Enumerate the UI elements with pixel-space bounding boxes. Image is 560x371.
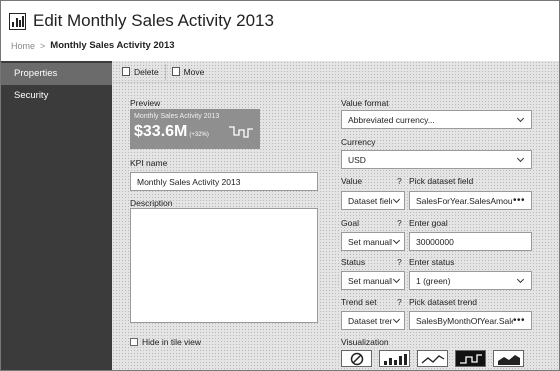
- enter-status-label: Enter status: [409, 257, 455, 267]
- goal-help-icon[interactable]: ?: [397, 218, 402, 228]
- enter-status-value: 1 (green): [416, 275, 451, 286]
- goal-label: Goal: [341, 218, 359, 228]
- trend-source-value: Dataset trend: [348, 315, 392, 326]
- status-label: Status: [341, 257, 366, 267]
- pick-trend-input[interactable]: SalesByMonthOfYear.SalesA •••: [409, 311, 532, 330]
- none-viz-icon: [350, 352, 363, 365]
- value-label: Value: [341, 176, 363, 186]
- goal-source-select[interactable]: Set manually: [341, 232, 405, 251]
- hide-in-tile-label: Hide in tile view: [142, 337, 202, 347]
- chevron-down-icon: [392, 236, 401, 244]
- toolbar: Delete Move: [112, 61, 559, 83]
- delete-icon: [122, 67, 130, 76]
- line-viz-icon: [421, 354, 444, 363]
- bar-viz-icon: [383, 353, 407, 365]
- enter-goal-label: Enter goal: [409, 218, 448, 228]
- tile-value: $33.6M (+32%): [134, 123, 209, 141]
- enter-goal-value: 30000000: [416, 236, 454, 247]
- delete-button[interactable]: Delete: [116, 63, 166, 80]
- description-textarea[interactable]: [130, 208, 318, 323]
- delete-label: Delete: [134, 66, 159, 77]
- kpi-name-label: KPI name: [130, 158, 168, 168]
- header: Edit Monthly Sales Activity 2013 Home > …: [1, 1, 559, 61]
- sidebar-item-properties[interactable]: Properties: [1, 63, 112, 85]
- more-icon[interactable]: •••: [513, 315, 525, 326]
- value-source-value: Dataset field: [348, 195, 392, 206]
- move-label: Move: [183, 66, 205, 77]
- tile-sparkline-icon: [229, 126, 253, 138]
- title-row: Edit Monthly Sales Activity 2013: [9, 11, 274, 31]
- value-format-value: Abbreviated currency...: [348, 114, 435, 125]
- trend-set-label: Trend set: [341, 297, 377, 307]
- move-icon: [171, 67, 180, 76]
- currency-value: USD: [348, 154, 366, 165]
- status-source-select[interactable]: Set manually: [341, 271, 405, 290]
- kpi-name-input[interactable]: Monthly Sales Activity 2013: [130, 172, 318, 191]
- value-format-label: Value format: [341, 98, 389, 108]
- value-source-select[interactable]: Dataset field: [341, 191, 405, 210]
- breadcrumb: Home > Monthly Sales Activity 2013: [11, 40, 175, 51]
- breadcrumb-separator: >: [40, 40, 46, 51]
- trend-help-icon[interactable]: ?: [397, 297, 402, 307]
- tile-change: (+32%): [189, 132, 209, 138]
- goal-source-value: Set manually: [348, 236, 392, 247]
- kpi-name-value: Monthly Sales Activity 2013: [137, 176, 241, 187]
- sidebar: Properties Security: [1, 61, 112, 370]
- tile-value-text: $33.6M: [134, 123, 188, 140]
- pick-trend-value: SalesByMonthOfYear.SalesA: [416, 315, 513, 326]
- preview-label: Preview: [130, 98, 161, 108]
- pick-field-value: SalesForYear.SalesAmount: [416, 195, 513, 206]
- chevron-down-icon: [392, 315, 401, 323]
- chevron-down-icon: [392, 195, 401, 203]
- visualization-label: Visualization: [341, 337, 389, 347]
- chevron-down-icon: [516, 114, 525, 122]
- hide-in-tile-checkbox[interactable]: [130, 338, 138, 346]
- trend-source-select[interactable]: Dataset trend: [341, 311, 405, 330]
- chevron-down-icon: [392, 275, 401, 283]
- area-viz-icon: [497, 354, 520, 365]
- value-format-select[interactable]: Abbreviated currency...: [341, 110, 532, 129]
- preview-tile: Monthly Sales Activity 2013 $33.6M (+32%): [130, 109, 260, 149]
- viz-step-button[interactable]: [455, 350, 486, 367]
- chart-logo-icon: [9, 12, 26, 30]
- viz-bar-button[interactable]: [379, 350, 410, 367]
- pick-field-label: Pick dataset field: [409, 176, 474, 186]
- chevron-down-icon: [516, 154, 525, 162]
- enter-status-select[interactable]: 1 (green): [409, 271, 532, 290]
- breadcrumb-home[interactable]: Home: [11, 41, 35, 51]
- pick-trend-label: Pick dataset trend: [409, 297, 478, 307]
- tile-kpi-name: Monthly Sales Activity 2013: [134, 113, 220, 120]
- viz-area-button[interactable]: [493, 350, 524, 367]
- page-title: Edit Monthly Sales Activity 2013: [33, 11, 274, 30]
- status-source-value: Set manually: [348, 275, 392, 286]
- window: Edit Monthly Sales Activity 2013 Home > …: [0, 0, 560, 371]
- pick-field-input[interactable]: SalesForYear.SalesAmount •••: [409, 191, 532, 210]
- currency-select[interactable]: USD: [341, 150, 532, 169]
- status-help-icon[interactable]: ?: [397, 257, 402, 267]
- enter-goal-input[interactable]: 30000000: [409, 232, 532, 251]
- more-icon[interactable]: •••: [513, 195, 525, 206]
- move-button[interactable]: Move: [166, 64, 211, 80]
- main-panel: Delete Move Preview Monthly Sales Activi…: [112, 61, 559, 370]
- breadcrumb-current: Monthly Sales Activity 2013: [50, 40, 175, 51]
- description-label: Description: [130, 198, 173, 208]
- step-viz-icon: [459, 353, 482, 364]
- sidebar-item-security[interactable]: Security: [1, 85, 112, 107]
- currency-label: Currency: [341, 137, 376, 147]
- viz-line-button[interactable]: [417, 350, 448, 367]
- viz-none-button[interactable]: [341, 350, 372, 367]
- chevron-down-icon: [516, 275, 525, 283]
- value-help-icon[interactable]: ?: [397, 176, 402, 186]
